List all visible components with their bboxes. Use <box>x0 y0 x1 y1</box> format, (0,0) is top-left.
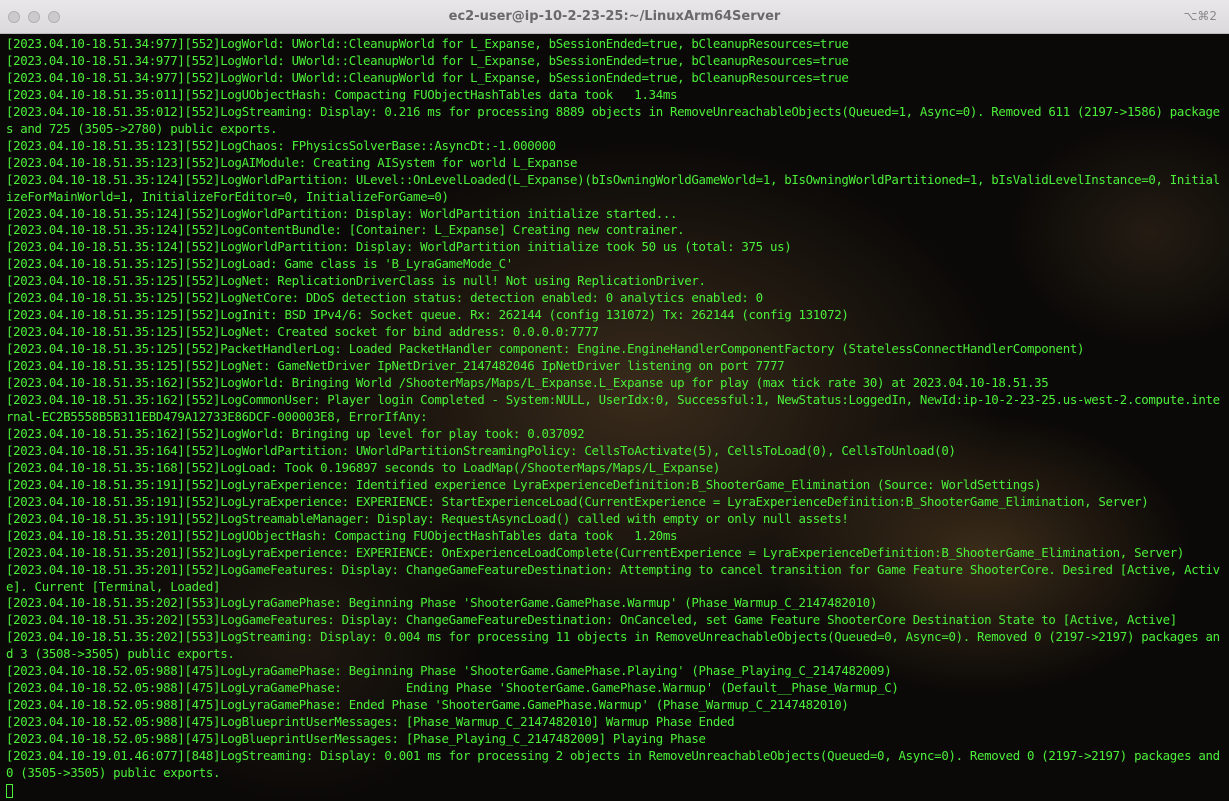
log-line: [2023.04.10-18.51.35:125][552]LogNetCore… <box>6 290 763 306</box>
terminal-output-area[interactable]: [2023.04.10-18.51.34:977][552]LogWorld: … <box>0 34 1229 801</box>
title-bar[interactable]: ec2-user@ip-10-2-23-25:~/LinuxArm64Serve… <box>0 0 1229 34</box>
terminal-window: ec2-user@ip-10-2-23-25:~/LinuxArm64Serve… <box>0 0 1229 801</box>
log-line: [2023.04.10-18.52.05:988][475]LogBluepri… <box>6 731 706 747</box>
log-line: [2023.04.10-18.52.05:988][475]LogLyraGam… <box>6 697 849 713</box>
log-line: [2023.04.10-18.51.35:125][552]PacketHand… <box>6 341 1085 357</box>
log-line: [2023.04.10-18.51.35:125][552]LogInit: B… <box>6 307 849 323</box>
log-line: [2023.04.10-18.51.35:124][552]LogContent… <box>6 222 685 238</box>
log-line: [2023.04.10-18.52.05:988][475]LogLyraGam… <box>6 663 892 679</box>
log-line: [2023.04.10-18.51.35:202][553]LogStreami… <box>6 629 1220 662</box>
log-line: [2023.04.10-18.51.35:201][552]LogGameFea… <box>6 561 1220 594</box>
log-line: [2023.04.10-18.51.35:191][552]LogStreama… <box>6 510 849 526</box>
log-line: [2023.04.10-18.51.35:162][552]LogCommonU… <box>6 392 1220 424</box>
terminal-log: [2023.04.10-18.51.34:977][552]LogWorld: … <box>6 36 1226 799</box>
log-line: [2023.04.10-18.51.35:164][552]LogWorldPa… <box>6 442 956 458</box>
log-line: [2023.04.10-18.51.35:123][552]LogChaos: … <box>6 137 556 153</box>
log-line: [2023.04.10-18.51.35:123][552]LogAIModul… <box>6 154 578 170</box>
log-line: [2023.04.10-18.51.35:168][552]LogLoad: T… <box>6 459 720 475</box>
log-line: [2023.04.10-18.51.35:124][552]LogWorldPa… <box>6 239 792 255</box>
log-line: [2023.04.10-18.51.34:977][552]LogWorld: … <box>6 52 849 68</box>
log-line: [2023.04.10-19.01.46:077][848]LogStreami… <box>6 748 1227 780</box>
log-line: [2023.04.10-18.51.35:202][553]LogLyraGam… <box>6 595 878 611</box>
log-line: [2023.04.10-18.51.35:125][552]LogNet: Ga… <box>6 358 785 374</box>
log-line: [2023.04.10-18.51.35:124][552]LogWorldPa… <box>6 171 1220 204</box>
log-line: [2023.04.10-18.51.35:191][552]LogLyraExp… <box>6 476 1042 492</box>
log-line: [2023.04.10-18.51.34:977][552]LogWorld: … <box>6 36 849 51</box>
text-cursor <box>6 783 13 798</box>
log-line: [2023.04.10-18.51.35:011][552]LogUObject… <box>6 86 678 102</box>
log-line: [2023.04.10-18.51.35:124][552]LogWorldPa… <box>6 205 678 221</box>
log-line: [2023.04.10-18.51.35:125][552]LogNet: Re… <box>6 273 706 289</box>
log-line: [2023.04.10-18.51.35:201][552]LogLyraExp… <box>6 544 1185 560</box>
log-line: [2023.04.10-18.51.34:977][552]LogWorld: … <box>6 69 849 85</box>
prompt-line[interactable] <box>6 782 1226 799</box>
log-line: [2023.04.10-18.51.35:012][552]LogStreami… <box>6 103 1220 136</box>
log-line: [2023.04.10-18.51.35:191][552]LogLyraExp… <box>6 493 1149 509</box>
log-line: [2023.04.10-18.52.05:988][475]LogBluepri… <box>6 714 735 730</box>
log-line: [2023.04.10-18.51.35:162][552]LogWorld: … <box>6 375 1049 391</box>
log-line: [2023.04.10-18.51.35:201][552]LogUObject… <box>6 527 678 543</box>
log-line: [2023.04.10-18.51.35:162][552]LogWorld: … <box>6 425 585 441</box>
log-line: [2023.04.10-18.51.35:202][553]LogGameFea… <box>6 612 1177 628</box>
window-title: ec2-user@ip-10-2-23-25:~/LinuxArm64Serve… <box>448 9 781 24</box>
log-line: [2023.04.10-18.51.35:125][552]LogLoad: G… <box>6 256 513 272</box>
log-line: [2023.04.10-18.51.35:125][552]LogNet: Cr… <box>6 324 599 340</box>
window-shortcut: ⌥⌘2 <box>1183 9 1217 23</box>
log-line: [2023.04.10-18.52.05:988][475]LogLyraGam… <box>6 680 899 696</box>
